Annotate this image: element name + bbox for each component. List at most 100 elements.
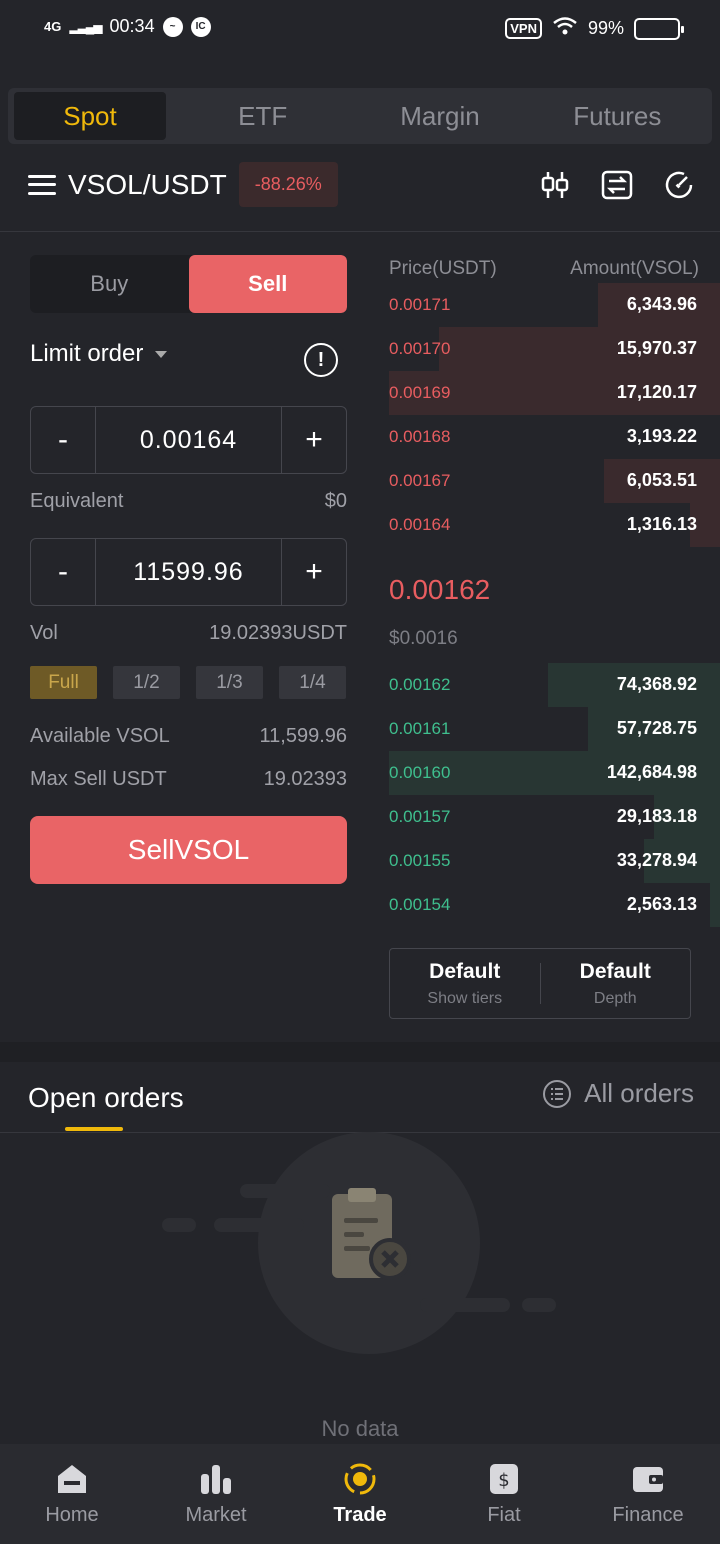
tiers-selector[interactable]: Default Show tiers [390, 949, 540, 1018]
ask-amount: 6,053.51 [626, 470, 697, 490]
candlestick-chart-icon[interactable] [538, 168, 572, 202]
bid-row[interactable]: 0.00160 142,684.98 [389, 751, 720, 795]
chevron-down-icon [155, 350, 168, 358]
equivalent-row: Equivalent $0 [30, 490, 347, 513]
ask-price: 0.00167 [389, 471, 451, 490]
bid-row[interactable]: 0.00157 29,183.18 [389, 795, 720, 839]
transfer-icon[interactable] [600, 168, 634, 202]
pair-tools [538, 168, 696, 202]
max-sell-row: Max Sell USDT 19.02393 [30, 768, 347, 791]
status-time: 00:34 [109, 16, 155, 36]
ask-price: 0.00164 [389, 515, 451, 534]
wallet-icon [633, 1466, 663, 1492]
fraction-full-button[interactable]: Full [30, 666, 97, 699]
ask-row[interactable]: 0.00170 15,970.37 [389, 327, 720, 371]
max-sell-label: Max Sell USDT [30, 768, 167, 790]
buy-toggle[interactable]: Buy [30, 255, 189, 313]
vol-row: Vol 19.02393USDT [30, 622, 347, 645]
available-row: Available VSOL 11,599.96 [30, 725, 347, 748]
nav-finance[interactable]: Finance [576, 1444, 720, 1544]
price-increase-button[interactable]: + [282, 407, 346, 473]
bid-depth-bar [710, 883, 720, 927]
nav-market[interactable]: Market [144, 1444, 288, 1544]
ask-row[interactable]: 0.00164 1,316.13 [389, 503, 720, 547]
bottom-nav: Home Market Trade $ Fiat Finance [0, 1444, 720, 1544]
tab-margin[interactable]: Margin [351, 92, 528, 140]
nav-home[interactable]: Home [0, 1444, 144, 1544]
fiat-icon: $ [490, 1463, 518, 1494]
order-book-header: Price(USDT) Amount(VSOL) [389, 258, 699, 280]
amount-input[interactable]: 11599.96 [95, 539, 282, 605]
app-badge-icon: IC [190, 16, 211, 37]
available-value: 11,599.96 [259, 725, 348, 747]
bid-amount: 142,684.98 [606, 762, 697, 782]
network-indicator: 4G [44, 19, 62, 34]
bid-amount: 33,278.94 [616, 850, 697, 870]
all-orders-button[interactable]: All orders [542, 1078, 694, 1109]
nav-label: Home [45, 1503, 99, 1526]
bid-row[interactable]: 0.00162 74,368.92 [389, 663, 720, 707]
vol-label: Vol [30, 622, 58, 644]
divider [0, 231, 720, 232]
ask-row[interactable]: 0.00168 3,193.22 [389, 415, 720, 459]
ask-amount: 17,120.17 [616, 382, 697, 402]
tiers-value: Default [429, 959, 501, 983]
info-icon[interactable]: ! [304, 343, 338, 377]
ask-row[interactable]: 0.00169 17,120.17 [389, 371, 720, 415]
list-icon [543, 1079, 572, 1108]
bid-amount: 57,728.75 [616, 718, 697, 738]
home-icon [58, 1464, 86, 1493]
sell-submit-button[interactable]: SellVSOL [30, 816, 347, 884]
bid-row[interactable]: 0.00161 57,728.75 [389, 707, 720, 751]
order-type-select[interactable]: Limit order [30, 340, 168, 368]
tiers-label: Show tiers [427, 989, 503, 1007]
fraction-half-button[interactable]: 1/2 [113, 666, 180, 699]
amount-decrease-button[interactable]: - [31, 539, 95, 605]
bid-row[interactable]: 0.00155 33,278.94 [389, 839, 720, 883]
active-tab-indicator [65, 1127, 123, 1131]
max-sell-value: 19.02393 [263, 768, 347, 790]
fraction-quarter-button[interactable]: 1/4 [279, 666, 346, 699]
sell-toggle[interactable]: Sell [188, 255, 347, 313]
bid-amount: 74,368.92 [616, 674, 697, 694]
vpn-badge: VPN [505, 18, 542, 39]
ask-row[interactable]: 0.00167 6,053.51 [389, 459, 720, 503]
tab-etf[interactable]: ETF [174, 92, 351, 140]
amount-stepper: - 11599.96 + [30, 538, 347, 606]
history-icon[interactable] [662, 168, 696, 202]
nav-trade[interactable]: Trade [288, 1444, 432, 1544]
ask-amount: 3,193.22 [626, 426, 697, 446]
amount-column-header: Amount(VSOL) [570, 258, 699, 279]
tab-futures[interactable]: Futures [529, 92, 706, 140]
wifi-icon [552, 16, 578, 41]
signal-icon: ▂▃▄▅ [69, 19, 102, 34]
amount-fractions: Full 1/2 1/3 1/4 [30, 666, 347, 699]
tab-spot[interactable]: Spot [14, 92, 166, 140]
ask-row[interactable]: 0.00171 6,343.96 [389, 283, 720, 327]
bid-row[interactable]: 0.00154 2,563.13 [389, 883, 720, 927]
price-input[interactable]: 0.00164 [95, 407, 282, 473]
pair-header: VSOL/USDT -88.26% [28, 162, 338, 207]
pair-name[interactable]: VSOL/USDT [68, 169, 227, 201]
tab-open-orders[interactable]: Open orders [28, 1082, 184, 1114]
equivalent-label: Equivalent [30, 490, 124, 512]
fraction-third-button[interactable]: 1/3 [196, 666, 263, 699]
section-separator [0, 1042, 720, 1062]
menu-icon[interactable] [28, 174, 56, 195]
bid-price: 0.00157 [389, 807, 451, 826]
ask-amount: 6,343.96 [626, 294, 697, 314]
nav-fiat[interactable]: $ Fiat [432, 1444, 576, 1544]
ask-amount: 15,970.37 [616, 338, 697, 358]
amount-increase-button[interactable]: + [282, 539, 346, 605]
ask-price: 0.00171 [389, 295, 451, 314]
battery-icon [634, 17, 684, 40]
nav-label: Fiat [487, 1503, 521, 1526]
bid-price: 0.00161 [389, 719, 451, 738]
depth-selector[interactable]: Default Depth [541, 949, 691, 1018]
ask-amount: 1,316.13 [626, 514, 697, 534]
bid-price: 0.00160 [389, 763, 451, 782]
fiat-price: $0.0016 [389, 628, 458, 649]
empty-state-text: No data [321, 1416, 399, 1441]
battery-percent: 99% [587, 18, 624, 38]
price-decrease-button[interactable]: - [31, 407, 95, 473]
